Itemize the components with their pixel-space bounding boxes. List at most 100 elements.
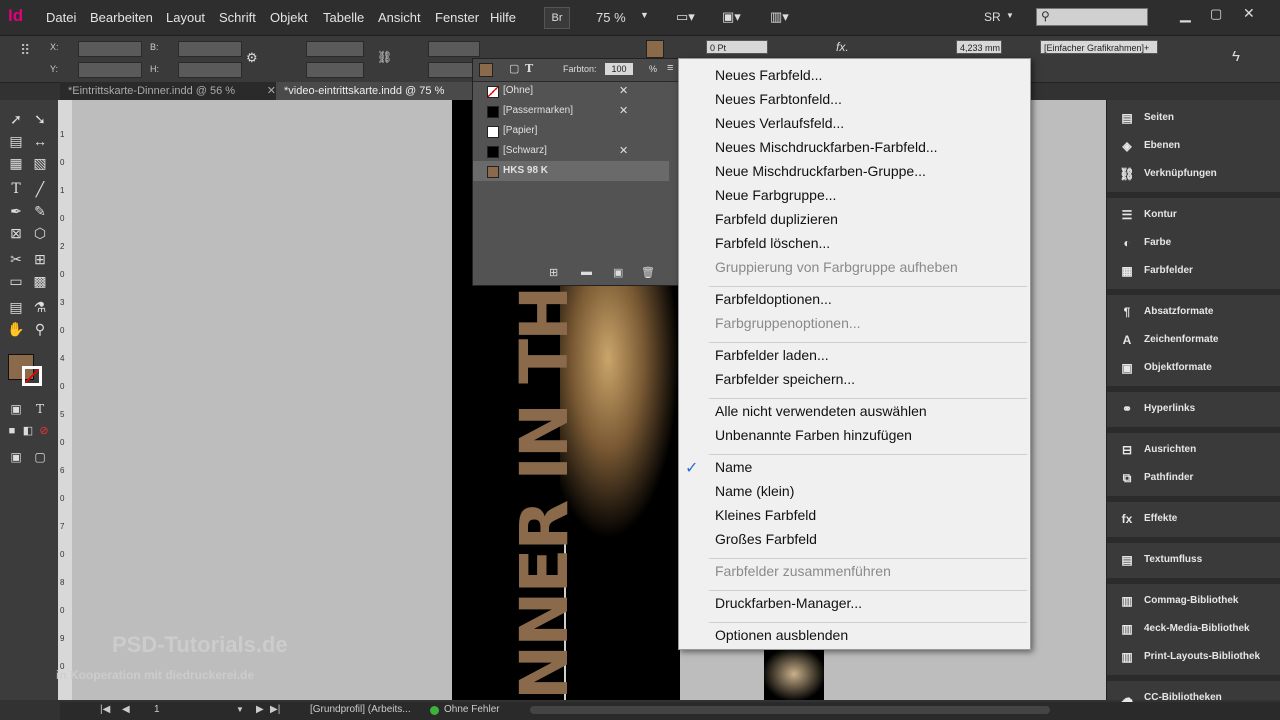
close-icon[interactable]: ✕	[267, 82, 276, 100]
dock-item-ausrichten[interactable]: ⊟ Ausrichten	[1107, 438, 1280, 462]
menu-item[interactable]: Neues Mischdruckfarben-Farbfeld...	[715, 139, 938, 155]
scissors-tool-icon[interactable]: ✂	[6, 250, 26, 268]
menu-item[interactable]: Neues Farbtonfeld...	[715, 91, 842, 107]
stroke-weight-field[interactable]: 0 Pt	[706, 40, 768, 54]
content-collector-icon[interactable]: ▦	[6, 154, 26, 172]
dock-item-verkn-pfungen[interactable]: ⛓ Verknüpfungen	[1107, 162, 1280, 186]
menu-fenster[interactable]: Fenster	[435, 10, 479, 25]
size-field[interactable]: 4,233 mm	[956, 40, 1002, 54]
menu-objekt[interactable]: Objekt	[270, 10, 308, 25]
menu-item[interactable]: Neue Mischdruckfarben-Gruppe...	[715, 163, 926, 179]
y-field[interactable]	[78, 62, 142, 78]
tab-dinner[interactable]: *Eintrittskarte-Dinner.indd @ 56 % ✕	[60, 82, 282, 100]
stroke-color-icon[interactable]	[22, 366, 42, 386]
scale-y-field[interactable]	[306, 62, 364, 78]
maximize-button[interactable]: ▢	[1210, 6, 1222, 22]
menu-layout[interactable]: Layout	[166, 10, 205, 25]
type-tool-icon[interactable]: T	[6, 180, 26, 198]
polygon-tool-icon[interactable]: ⬡	[30, 224, 50, 242]
preview-mode-icon[interactable]: ▢	[30, 448, 50, 466]
bridge-button[interactable]: Br	[544, 7, 570, 29]
x-field[interactable]	[78, 41, 142, 57]
pen-tool-icon[interactable]: ✒	[6, 202, 26, 220]
gradient-swatch-tool-icon[interactable]: ▭	[6, 272, 26, 290]
menu-item[interactable]: Neues Farbfeld...	[715, 67, 822, 83]
dock-item-commag-bibliothek[interactable]: ▥ Commag-Bibliothek	[1107, 589, 1280, 613]
chevron-down-icon[interactable]: ▼	[236, 705, 244, 714]
panel-menu-icon[interactable]: ≡	[667, 62, 673, 74]
lightning-icon[interactable]: ϟ	[1232, 48, 1240, 65]
normal-mode-icon[interactable]: ▣	[6, 448, 26, 466]
dock-item-pathfinder[interactable]: ⧉ Pathfinder	[1107, 466, 1280, 490]
dock-item-kontur[interactable]: ☰ Kontur	[1107, 203, 1280, 227]
menu-item[interactable]: Farbfelder laden...	[715, 347, 829, 363]
container-icon[interactable]: ▢	[509, 62, 519, 75]
fill-swatch[interactable]	[646, 40, 664, 58]
previous-page-icon[interactable]: ◀	[122, 704, 130, 715]
zoom-select[interactable]: 75 %	[596, 10, 626, 25]
gradient-feather-tool-icon[interactable]: ▩	[30, 272, 50, 290]
height-field[interactable]	[178, 62, 242, 78]
menu-item[interactable]: Farbfeld duplizieren	[715, 211, 838, 227]
new-color-group-icon[interactable]: ▬	[581, 266, 592, 278]
menu-item[interactable]: Farbfelder speichern...	[715, 371, 855, 387]
menu-item[interactable]: Alle nicht verwendeten auswählen	[715, 403, 927, 419]
dock-item-seiten[interactable]: ▤ Seiten	[1107, 106, 1280, 130]
formatting-container-icon[interactable]: ▣	[6, 400, 26, 418]
dock-item-objektformate[interactable]: ▣ Objektformate	[1107, 356, 1280, 380]
rectangle-frame-tool-icon[interactable]: ⊠	[6, 224, 26, 242]
swatch-row[interactable]: [Papier]	[473, 121, 669, 141]
menu-item[interactable]: Name	[715, 459, 752, 475]
pencil-tool-icon[interactable]: ✎	[30, 202, 50, 220]
link-icon[interactable]: ⛓	[377, 50, 392, 64]
dock-item-farbfelder[interactable]: ▦ Farbfelder	[1107, 259, 1280, 283]
swatch-row[interactable]: HKS 98 K	[473, 161, 669, 181]
menu-item[interactable]: Unbenannte Farben hinzufügen	[715, 427, 912, 443]
selection-tool-icon[interactable]: ➚	[6, 110, 26, 128]
next-page-icon[interactable]: ▶	[256, 704, 264, 715]
constrain-proportions-icon[interactable]: ⚙	[246, 50, 258, 66]
text-icon[interactable]: T	[525, 62, 533, 75]
trash-icon[interactable]: 🗑	[641, 266, 655, 279]
object-style-select[interactable]: [Einfacher Grafikrahmen]+	[1040, 40, 1158, 54]
chevron-down-icon[interactable]: ▼	[640, 10, 649, 20]
rotation-field[interactable]	[428, 41, 480, 57]
swatch-row[interactable]: [Ohne] ✕	[473, 81, 669, 101]
horizontal-scrollbar[interactable]	[530, 706, 1050, 714]
menu-item[interactable]: Farbfeld löschen...	[715, 235, 830, 251]
gap-tool-icon[interactable]: ↔	[30, 132, 50, 150]
menu-tabelle[interactable]: Tabelle	[323, 10, 364, 25]
free-transform-tool-icon[interactable]: ⊞	[30, 250, 50, 268]
view-options-icon[interactable]: ▭▾	[676, 9, 695, 25]
menu-item[interactable]: Name (klein)	[715, 483, 794, 499]
new-swatch-icon[interactable]: ▣	[613, 266, 623, 279]
menu-item[interactable]: Optionen ausblenden	[715, 627, 848, 643]
menu-item[interactable]: Neue Farbgruppe...	[715, 187, 836, 203]
preflight-profile[interactable]: [Grundprofil] (Arbeits...	[310, 704, 411, 715]
dock-item-hyperlinks[interactable]: ⚭ Hyperlinks	[1107, 397, 1280, 421]
direct-selection-tool-icon[interactable]: ➘	[30, 110, 50, 128]
fill-stroke-indicator[interactable]	[479, 63, 493, 77]
width-field[interactable]	[178, 41, 242, 57]
fx-icon[interactable]: fx.	[836, 40, 849, 54]
workspace-select[interactable]: SR	[984, 10, 1001, 24]
menu-schrift[interactable]: Schrift	[219, 10, 256, 25]
close-button[interactable]: ✕	[1243, 5, 1255, 22]
arrange-documents-icon[interactable]: ▥▾	[770, 9, 789, 25]
menu-bearbeiten[interactable]: Bearbeiten	[90, 10, 153, 25]
dock-item-effekte[interactable]: fx Effekte	[1107, 507, 1280, 531]
note-tool-icon[interactable]: ▤	[6, 298, 26, 316]
menu-item[interactable]: Farbfeldoptionen...	[715, 291, 832, 307]
menu-item[interactable]: Großes Farbfeld	[715, 531, 817, 547]
tint-input[interactable]: 100	[605, 63, 633, 75]
dock-item-4eck-media-bibliothek[interactable]: ▥ 4eck-Media-Bibliothek	[1107, 617, 1280, 641]
page-number[interactable]: 1	[154, 704, 160, 715]
scale-x-field[interactable]	[306, 41, 364, 57]
apply-none-icon[interactable]: ⊘	[34, 422, 54, 440]
zoom-tool-icon[interactable]: ⚲	[30, 320, 50, 338]
last-page-icon[interactable]: ▶|	[270, 704, 280, 715]
dock-item-textumfluss[interactable]: ▤ Textumfluss	[1107, 548, 1280, 572]
page-tool-icon[interactable]: ▤	[6, 132, 26, 150]
dock-item-farbe[interactable]: ◐ Farbe	[1107, 231, 1280, 255]
reference-point-icon[interactable]: ⠿	[20, 42, 30, 59]
